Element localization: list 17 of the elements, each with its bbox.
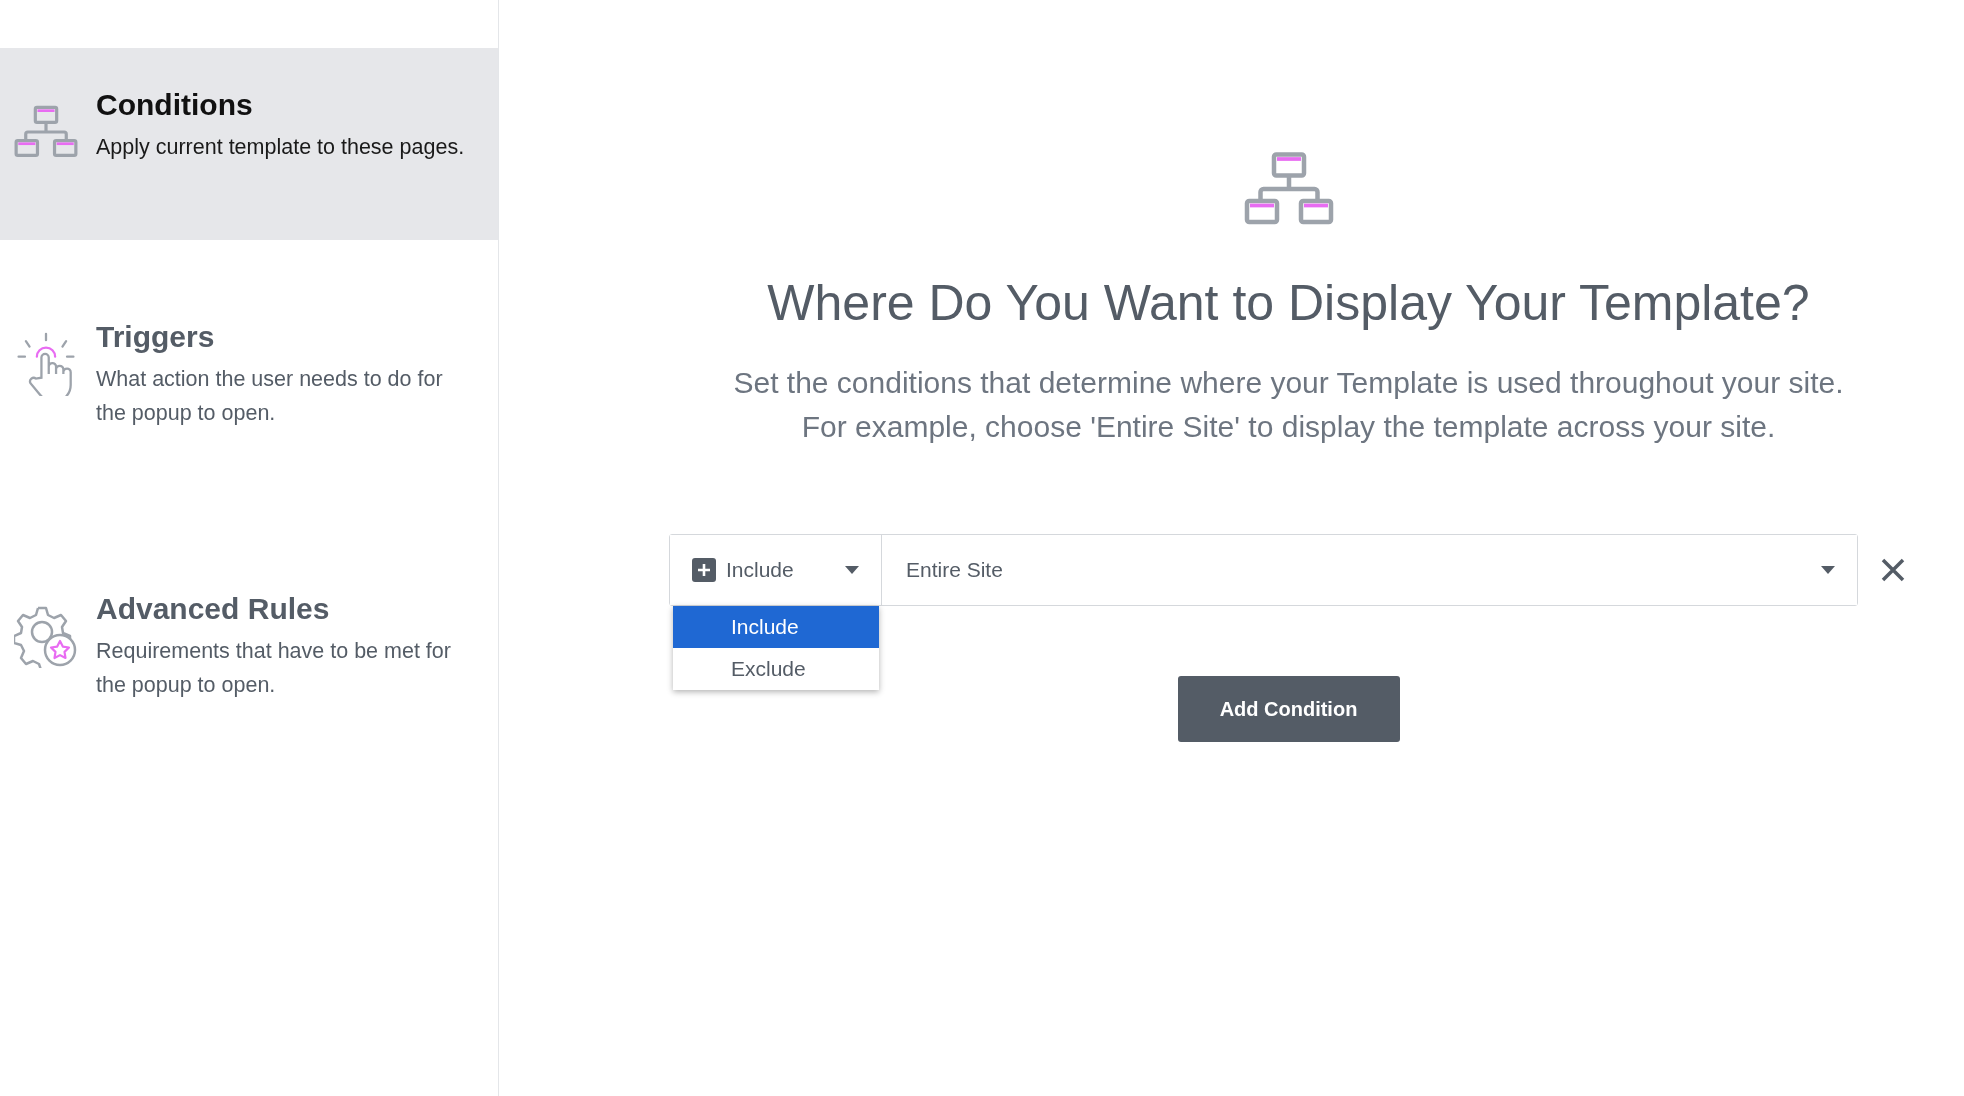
gear-star-icon [14, 604, 78, 668]
item-description: Apply current template to these pages. [96, 134, 465, 161]
add-condition-button[interactable]: Add Condition [1177, 676, 1400, 742]
item-title: Triggers [96, 320, 216, 354]
sidebar-item[interactable]: Triggers What action the user needs to do for the popup to open. [0, 280, 498, 472]
item-title: Conditions [96, 88, 254, 122]
item-description: What action the user needs to do for the popup to open. [96, 366, 444, 427]
tapping-hand-icon [14, 332, 78, 396]
heading: Where Do You Want to Display Your Template? [767, 274, 1810, 332]
description-line: Set the conditions that determine where your Template is used throughout your site. [733, 366, 1844, 400]
description-line: For example, choose 'Entire Site' to display the template across your site. [801, 410, 1776, 444]
dropdown-option[interactable]: Include [673, 606, 879, 648]
sidebar-item[interactable]: Conditions Apply current template to these pages. [0, 48, 498, 240]
item-description: Requirements that have to be met for the popup to open. [96, 638, 452, 699]
sidebar-item[interactable]: Advanced Rules Requirements that have to be met for the popup to open. [0, 552, 498, 744]
item-title: Advanced Rules [96, 592, 331, 626]
dropdown-option[interactable]: Exclude [673, 648, 879, 690]
